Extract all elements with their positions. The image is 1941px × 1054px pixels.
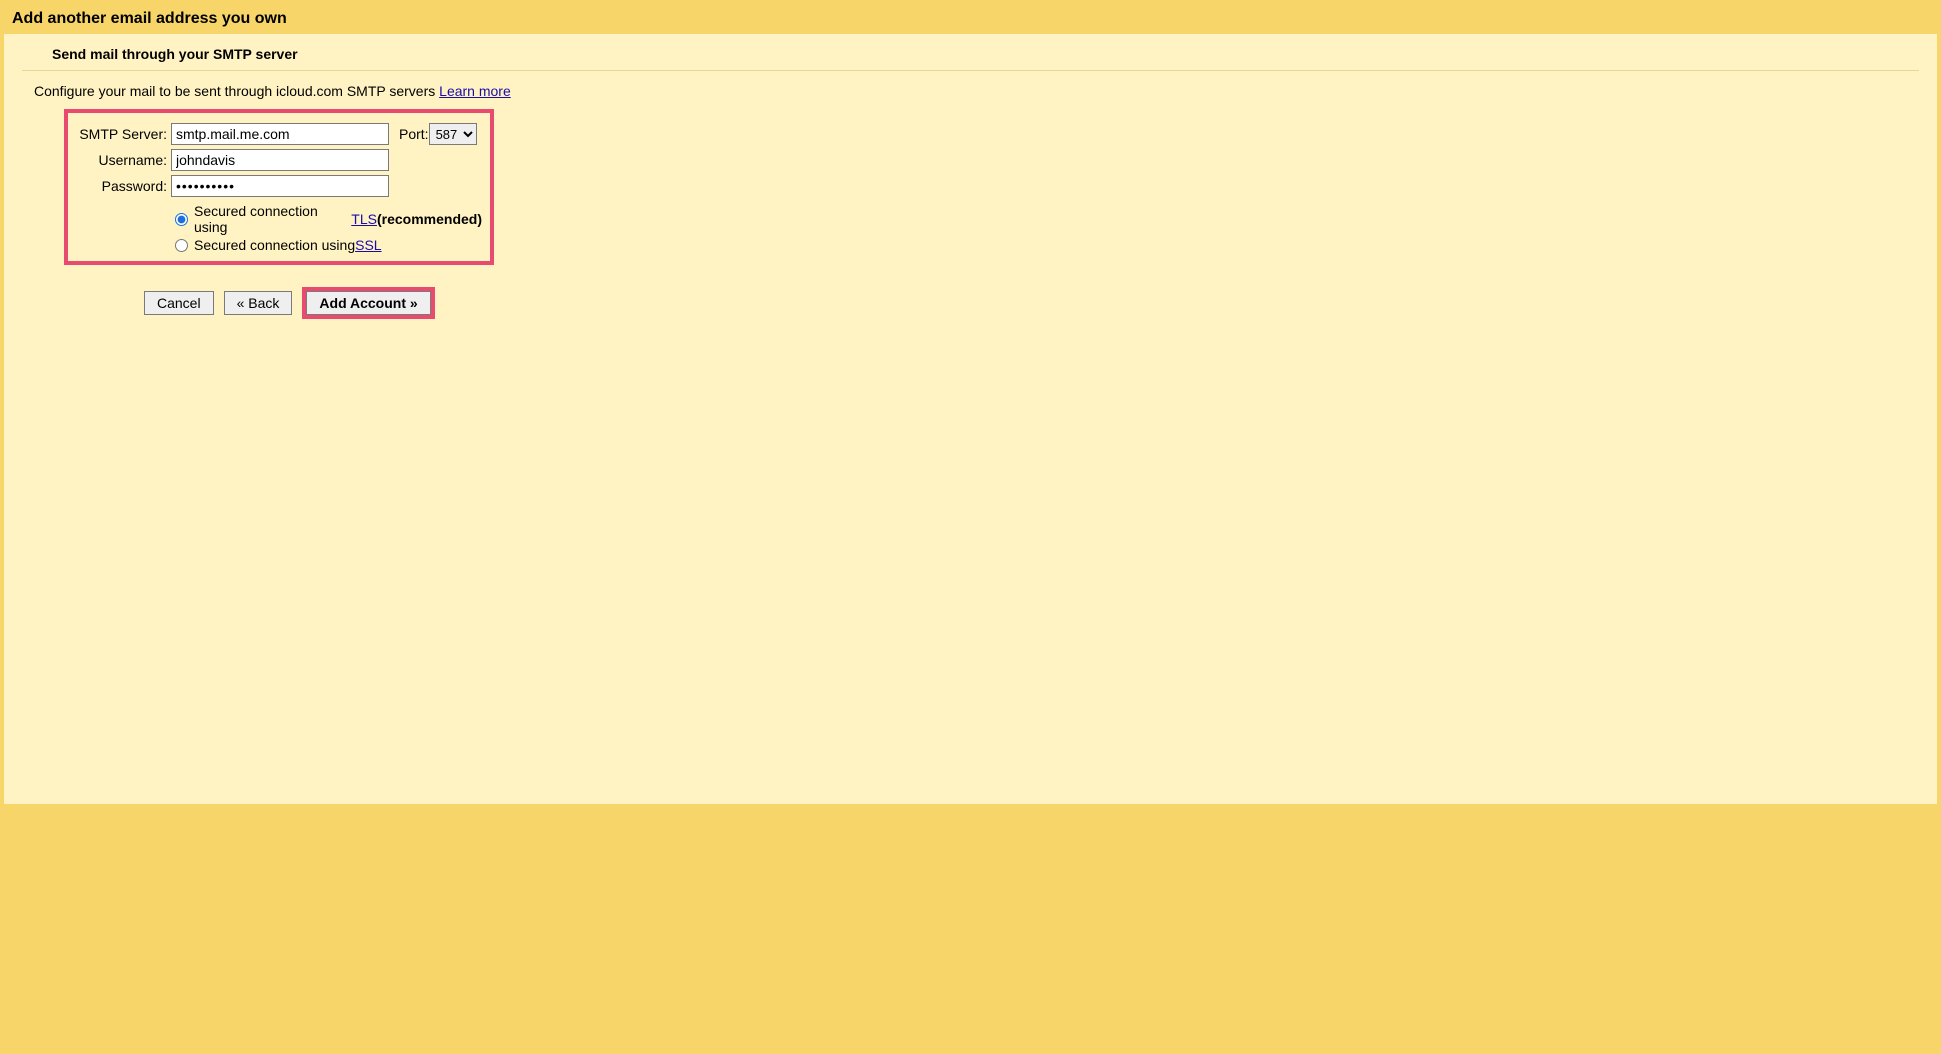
tls-radio-line: Secured connection using TLS (recommende… [175, 203, 482, 235]
add-account-button[interactable]: Add Account » [306, 291, 430, 315]
password-input[interactable] [171, 175, 389, 197]
config-text: Configure your mail to be sent through i… [34, 83, 439, 99]
port-label: Port: [399, 126, 429, 142]
password-label: Password: [76, 178, 171, 194]
smtp-form-highlight: SMTP Server: Port: 587 Username: Passwor… [64, 109, 494, 265]
username-label: Username: [76, 152, 171, 168]
tls-link[interactable]: TLS [351, 211, 377, 227]
learn-more-link[interactable]: Learn more [439, 83, 511, 99]
ssl-link[interactable]: SSL [355, 237, 381, 253]
smtp-server-row: SMTP Server: Port: 587 [76, 123, 482, 145]
content-area: Send mail through your SMTP server Confi… [4, 34, 1937, 804]
smtp-server-label: SMTP Server: [76, 126, 171, 142]
username-row: Username: [76, 149, 482, 171]
ssl-label-prefix: Secured connection using [194, 237, 355, 253]
button-row: Cancel « Back Add Account » [144, 287, 1937, 319]
tls-radio[interactable] [175, 213, 188, 226]
back-button[interactable]: « Back [224, 291, 293, 315]
window-title: Add another email address you own [4, 4, 1937, 34]
port-select[interactable]: 587 [429, 123, 477, 145]
window-frame: Add another email address you own Send m… [0, 0, 1941, 810]
tls-recommended: (recommended) [377, 211, 482, 227]
add-account-highlight: Add Account » [302, 287, 434, 319]
username-input[interactable] [171, 149, 389, 171]
ssl-radio[interactable] [175, 239, 188, 252]
tls-label-prefix: Secured connection using [194, 203, 351, 235]
password-row: Password: [76, 175, 482, 197]
ssl-radio-line: Secured connection using SSL [175, 237, 482, 253]
security-radio-group: Secured connection using TLS (recommende… [175, 203, 482, 253]
config-description: Configure your mail to be sent through i… [4, 79, 1937, 109]
section-subtitle: Send mail through your SMTP server [22, 44, 1919, 71]
cancel-button[interactable]: Cancel [144, 291, 214, 315]
smtp-server-input[interactable] [171, 123, 389, 145]
